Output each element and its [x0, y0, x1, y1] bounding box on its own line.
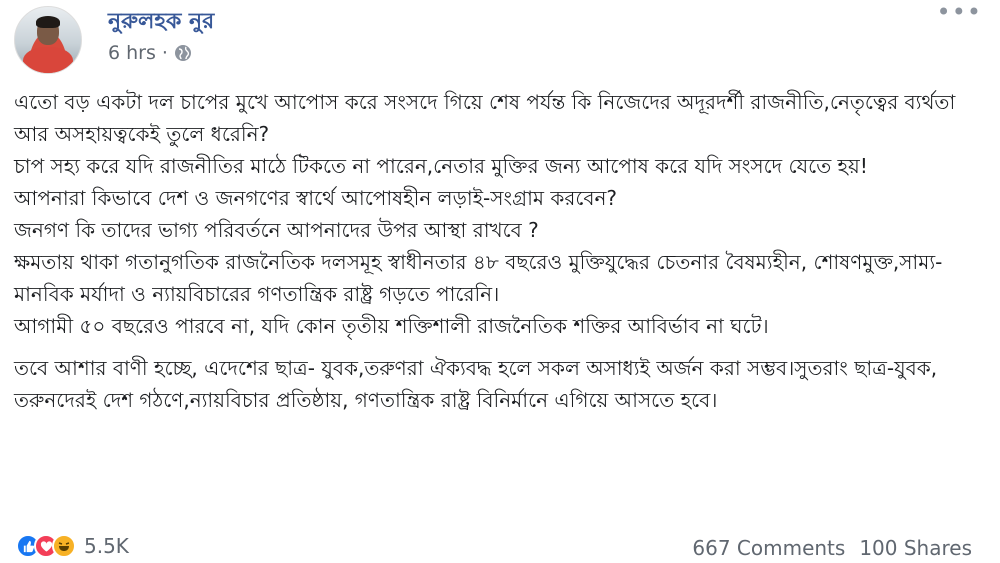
comments-count[interactable]: 667 Comments: [692, 536, 845, 560]
post-paragraph: এতো বড় একটা দল চাপের মুখে আপোস করে সংসদ…: [14, 90, 956, 146]
post-meta: 6 hrs ·: [108, 42, 192, 64]
avatar[interactable]: [14, 6, 82, 74]
post-body: এতো বড় একটা দল চাপের মুখে আপোস করে সংসদ…: [14, 86, 989, 416]
post-paragraph: ক্ষমতায় থাকা গতানুগতিক রাজনৈতিক দলসমূহ …: [14, 250, 943, 306]
post-paragraph: চাপ সহ্য করে যদি রাজনীতির মাঠে টিকতে না …: [14, 154, 868, 178]
post-paragraph: আগামী ৫০ বছরেও পারবে না, যদি কোন তৃতীয় …: [14, 314, 769, 338]
post-stats: 667 Comments 100 Shares: [692, 536, 972, 560]
post-paragraph: আপনারা কিভাবে দেশ ও জনগণের স্বার্থে আপোষ…: [14, 186, 618, 210]
more-options-icon[interactable]: •••: [937, 0, 982, 24]
author-name[interactable]: নুরুলহক নুর: [108, 4, 214, 41]
facebook-post: নুরুলহক নুর 6 hrs · ••• এতো বড় একটা দল …: [0, 0, 1000, 563]
reactions-count: 5.5K: [84, 534, 129, 558]
post-footer: 5.5K 667 Comments 100 Shares: [0, 532, 1000, 563]
haha-icon: [52, 534, 76, 558]
post-paragraph: জনগণ কি তাদের ভাগ্য পরিবর্তনে আপনাদের উপ…: [14, 218, 539, 242]
reactions-summary[interactable]: 5.5K: [16, 534, 129, 558]
globe-icon[interactable]: [174, 44, 192, 62]
post-time[interactable]: 6 hrs: [108, 42, 156, 64]
shares-count[interactable]: 100 Shares: [859, 536, 972, 560]
post-paragraph: তবে আশার বাণী হচ্ছে, এদেশের ছাত্র- যুবক,…: [14, 356, 938, 412]
avatar-shirt: [23, 47, 73, 73]
meta-separator: ·: [161, 42, 168, 64]
avatar-hair: [36, 16, 60, 28]
